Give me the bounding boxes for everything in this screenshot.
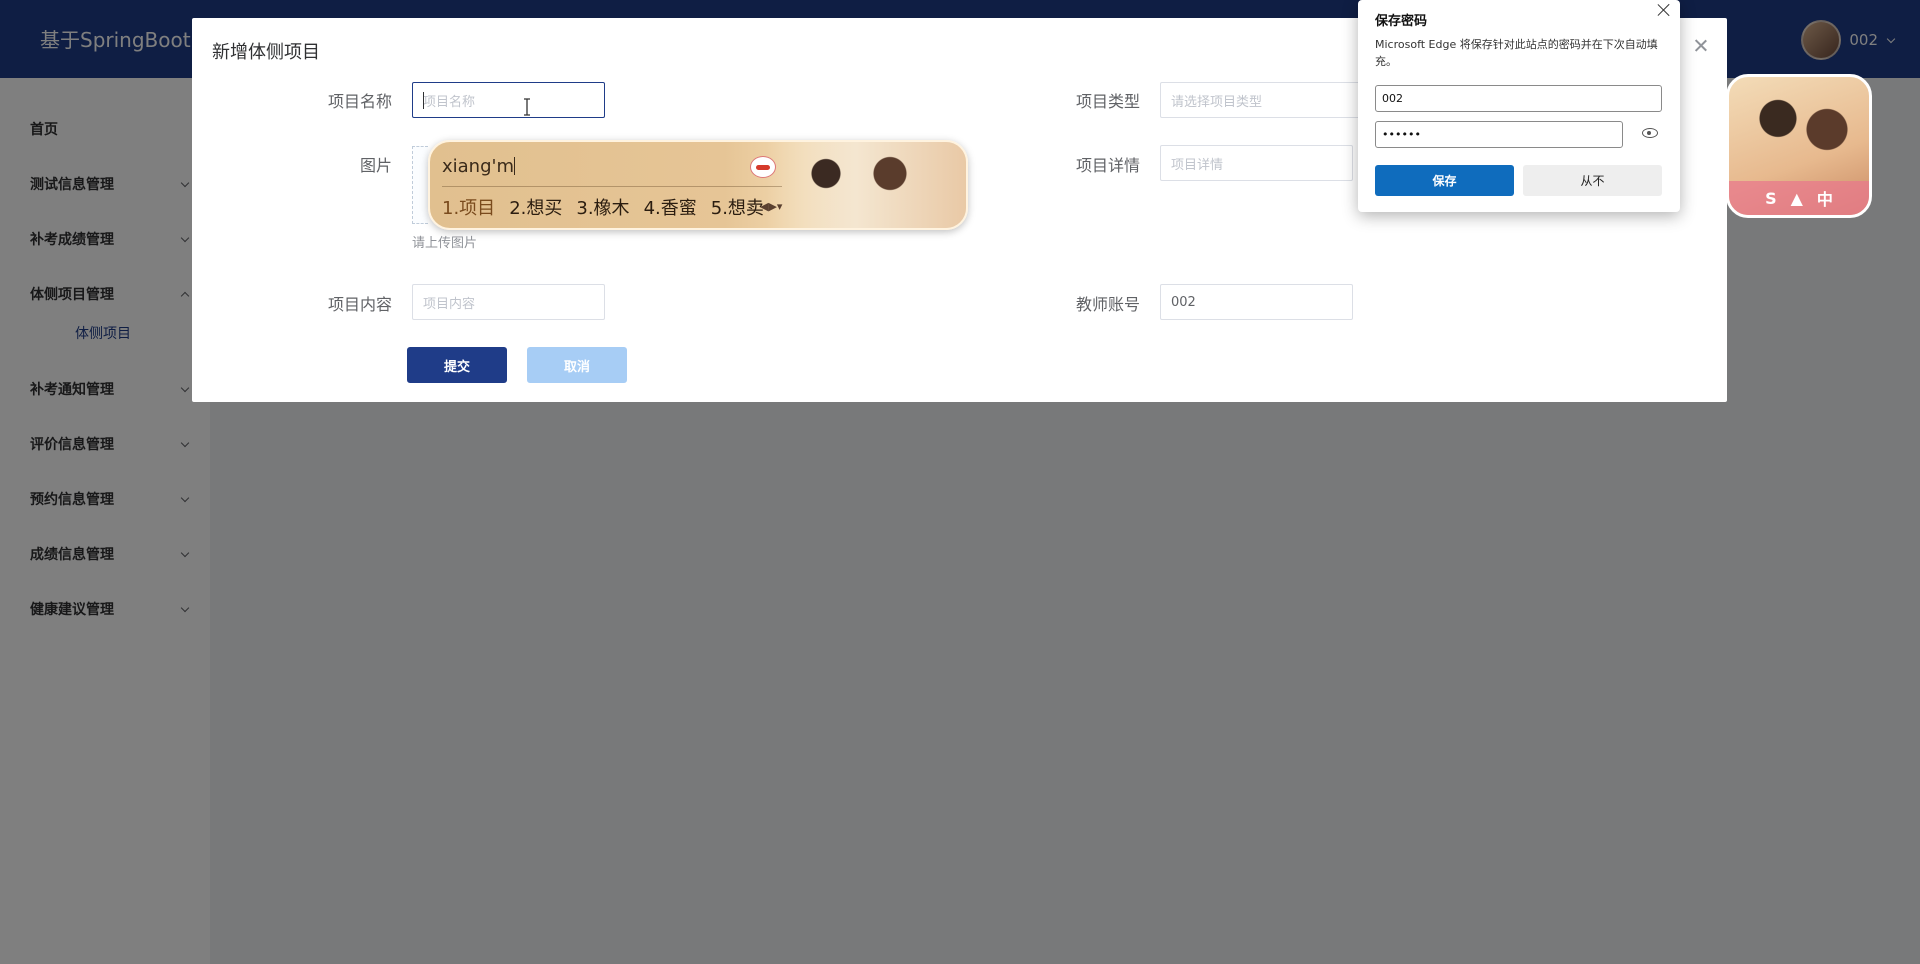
save-password-popup: 保存密码 Microsoft Edge 将保存针对此站点的密码并在下次自动填充。… — [1358, 0, 1680, 212]
project-name-input[interactable]: 项目名称 — [412, 82, 605, 118]
ime-candidate[interactable]: 2.想买 — [509, 194, 562, 220]
image-label: 图片 — [359, 156, 392, 175]
dialog-title: 新增体侧项目 — [212, 42, 320, 63]
widget-glyph[interactable]: S — [1765, 189, 1777, 208]
teacher-account-label: 教师账号 — [1075, 295, 1140, 314]
project-detail-placeholder: 项目详情 — [1171, 157, 1224, 173]
project-detail-label: 项目详情 — [1075, 156, 1140, 175]
popup-username-value: 002 — [1382, 92, 1403, 105]
eye-icon[interactable] — [1642, 128, 1658, 138]
project-content-input[interactable]: 项目内容 — [412, 284, 605, 320]
ime-candidate-window: xiang'm 1.项目 2.想买 3.橡木 4.香蜜 5.想卖 ◀▶▾ — [428, 140, 968, 230]
project-name-label: 项目名称 — [327, 92, 392, 111]
shirt-icon[interactable]: ▲ — [1791, 189, 1803, 208]
ime-pinyin-text: xiang'm — [442, 156, 514, 177]
ime-logo-icon[interactable] — [750, 156, 776, 178]
ime-candidates: 1.项目 2.想买 3.橡木 4.香蜜 5.想卖 — [442, 194, 764, 220]
project-type-select[interactable]: 请选择项目类型 — [1160, 82, 1360, 118]
ime-candidate[interactable]: 4.香蜜 — [644, 194, 697, 220]
ime-candidate[interactable]: 1.项目 — [442, 194, 495, 220]
submit-button[interactable]: 提交 — [407, 347, 507, 383]
project-detail-input[interactable]: 项目详情 — [1160, 145, 1353, 181]
project-type-label: 项目类型 — [1075, 92, 1140, 111]
teacher-account-input[interactable]: 002 — [1160, 284, 1353, 320]
text-caret — [514, 157, 515, 175]
widget-toolbar: S ▲ 中 — [1729, 181, 1869, 215]
popup-description: Microsoft Edge 将保存针对此站点的密码并在下次自动填充。 — [1375, 38, 1658, 68]
project-content-label: 项目内容 — [327, 295, 392, 314]
popup-title: 保存密码 — [1375, 14, 1428, 29]
ime-divider — [442, 186, 782, 187]
project-content-placeholder: 项目内容 — [423, 296, 476, 312]
project-name-placeholder: 项目名称 — [423, 94, 476, 110]
floating-ime-widget[interactable]: S ▲ 中 — [1726, 74, 1872, 218]
upload-hint: 请上传图片 — [412, 236, 478, 251]
popup-username-field[interactable]: 002 — [1375, 85, 1662, 112]
ime-candidate[interactable]: 3.橡木 — [576, 194, 629, 220]
ime-page-arrows-icon[interactable]: ◀▶▾ — [760, 200, 782, 213]
never-save-button[interactable]: 从不 — [1523, 165, 1662, 196]
cancel-button[interactable]: 取消 — [527, 347, 627, 383]
text-caret — [423, 92, 424, 109]
text-cursor-icon — [524, 98, 530, 116]
widget-glyph[interactable]: 中 — [1817, 186, 1833, 210]
popup-password-field[interactable]: •••••• — [1375, 121, 1623, 148]
ime-pinyin: xiang'm — [442, 156, 515, 177]
close-icon[interactable] — [1656, 2, 1672, 18]
ime-skin-photo — [766, 142, 966, 228]
close-icon[interactable] — [1691, 36, 1711, 56]
save-password-button[interactable]: 保存 — [1375, 165, 1514, 196]
project-type-placeholder: 请选择项目类型 — [1171, 94, 1263, 110]
ime-candidate[interactable]: 5.想卖 — [711, 194, 764, 220]
popup-password-value: •••••• — [1382, 128, 1421, 141]
teacher-account-value: 002 — [1171, 294, 1196, 310]
image-upload[interactable] — [412, 146, 428, 224]
